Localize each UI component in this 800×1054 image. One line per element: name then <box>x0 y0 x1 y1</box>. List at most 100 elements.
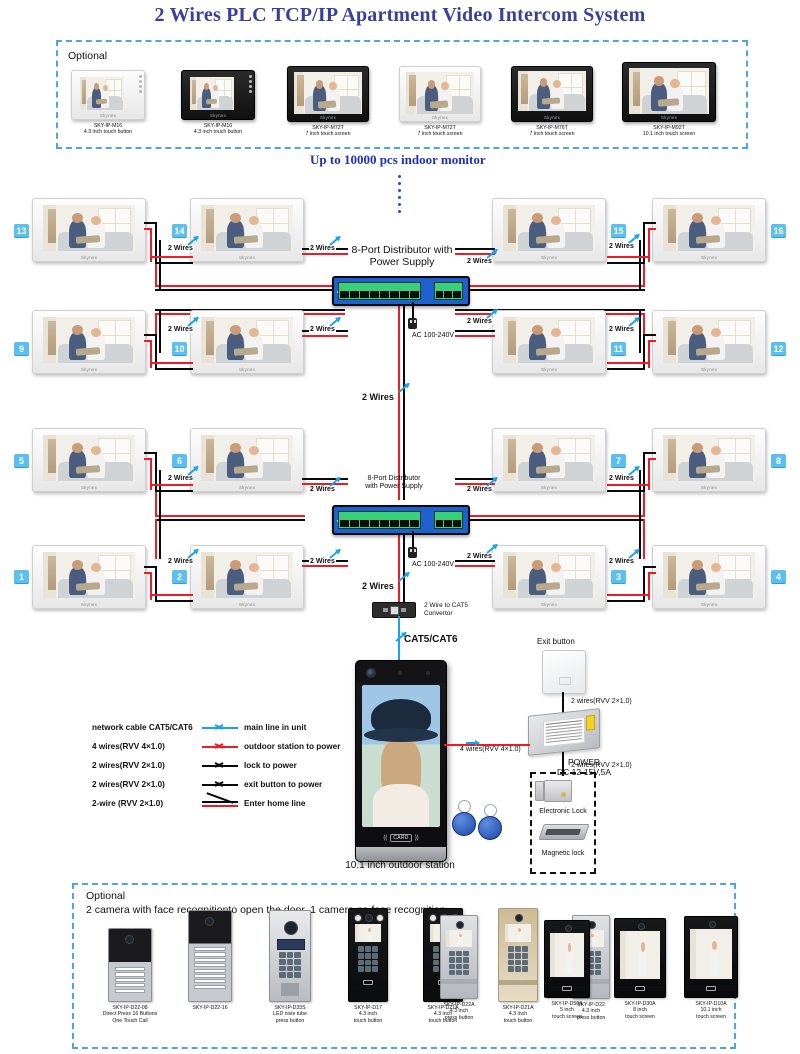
pair-wire-red <box>648 572 656 574</box>
product-desc: 7 inch touch screen <box>417 131 463 138</box>
pair-wire-black <box>455 560 495 562</box>
product-tile[interactable]: Skynex SKY-IP-M72T 7 inch touch screen <box>390 66 490 138</box>
ac-input-label: AC 100-240V <box>412 332 455 339</box>
exit-button-device[interactable] <box>542 650 586 694</box>
indoor-monitor[interactable]: Skynex <box>32 545 146 609</box>
legend-right-text: exit button to power <box>244 780 323 789</box>
indoor-monitor[interactable]: Skynex <box>652 198 766 262</box>
pair-wire-black <box>643 566 656 568</box>
pair-wire-black <box>607 490 645 492</box>
two-wire-to-cat5-converter[interactable] <box>372 602 416 618</box>
converter-label: 2 Wire to CAT5 Convertor <box>424 602 468 618</box>
wave-left-icon: (( <box>383 835 388 841</box>
indoor-monitor[interactable]: Skynex <box>492 545 606 609</box>
product-tile[interactable]: Skynex SKY-IP-M72T 7 inch touch screen <box>278 66 378 138</box>
port-group-aux[interactable] <box>433 282 463 300</box>
pair-wire-black <box>155 334 157 370</box>
indoor-monitor[interactable]: Skynex <box>492 428 606 492</box>
pair-wire-black <box>155 600 193 602</box>
product-tile[interactable]: Skynex SKY-IP-M16 4.3 inch touch button <box>58 70 158 136</box>
rfid-card-reader[interactable] <box>349 980 387 985</box>
pair-wire-black <box>643 334 656 336</box>
legend-left-text: 2 wires(RVV 2×1.0) <box>92 780 165 789</box>
indoor-monitor[interactable]: Skynex <box>652 310 766 374</box>
brand-label: Skynex <box>209 113 227 118</box>
bus-wire-black <box>465 519 645 521</box>
distributor-switch-lower[interactable] <box>332 505 470 535</box>
monitor-number-badge: 16 <box>771 224 786 237</box>
outdoor-product-tile[interactable]: SKY-IP-D10A 10.1 inch touch screen <box>676 916 746 1020</box>
outdoor-product-tile[interactable]: SKY-IP-D30A 8 inch touch screen <box>605 918 675 1020</box>
indoor-monitor[interactable]: Skynex <box>32 310 146 374</box>
wire-label: 2 Wires <box>466 486 493 493</box>
wire-label: 2 Wires <box>608 475 635 482</box>
port-group-aux[interactable] <box>433 511 463 529</box>
bus-wire-black <box>155 289 345 291</box>
pair-wire-black <box>643 452 645 492</box>
wire-label: 2 Wires <box>361 581 395 591</box>
bus-wire-red <box>465 515 645 517</box>
brand-label: Skynex <box>238 485 256 490</box>
rfid-fob[interactable] <box>452 812 476 836</box>
product-tile[interactable]: Skynex SKY-IP-M16 4.3 inch touch button <box>168 70 268 136</box>
outdoor-product-tile[interactable]: SKY-IP-D22-08 Direct Press 16 Buttons On… <box>92 928 168 1024</box>
legend-row: 2-wire (RVV 2×1.0) Enter home line <box>92 791 342 813</box>
indoor-monitor[interactable]: Skynex <box>32 428 146 492</box>
power-plug-icon <box>408 547 417 558</box>
product-desc: 4.3 inch touch button <box>83 129 133 136</box>
call-buttons[interactable] <box>194 947 226 989</box>
rfid-card-reader[interactable] <box>615 986 665 991</box>
outdoor-station-device[interactable]: (( CARD )) <box>355 660 447 862</box>
keypad[interactable] <box>279 952 301 978</box>
outdoor-product-tile[interactable]: SKY-IP-D22A 4.3 inch press button <box>424 915 494 1021</box>
legend-left-text: 4 wires(RVV 4×1.0) <box>92 742 165 751</box>
bus-wire-black <box>639 240 641 289</box>
rfid-card-reader[interactable] <box>499 980 537 985</box>
pair-wire-black <box>144 566 157 568</box>
rfid-card-reader[interactable] <box>441 979 477 984</box>
call-buttons[interactable] <box>115 967 145 993</box>
pair-wire-black <box>144 334 157 336</box>
camera-icon <box>709 921 716 928</box>
rfid-card-reader[interactable] <box>545 986 589 991</box>
pair-wire-red <box>144 340 152 342</box>
keypad[interactable] <box>508 946 528 972</box>
rfid-card-reader[interactable]: (( CARD )) <box>356 829 446 847</box>
wire-label: 2 Wires <box>466 553 493 560</box>
outdoor-product-tile[interactable]: SKY-IP-D17 4.3 inch touch button <box>330 908 406 1024</box>
exit-wire-label: 2 wires(RVV 2×1.0) <box>571 698 632 705</box>
indoor-monitor[interactable]: Skynex <box>190 545 304 609</box>
indoor-monitor[interactable]: Skynex <box>492 198 606 262</box>
bus-wire-black <box>159 470 161 519</box>
product-tile[interactable]: Skynex SKY-IP-M92T 10.1 inch touch scree… <box>614 62 724 138</box>
indoor-monitor[interactable]: Skynex <box>190 198 304 262</box>
indoor-monitor[interactable]: Skynex <box>652 428 766 492</box>
outdoor-product-tile[interactable]: SKY-IP-D50A 5 inch touch screen <box>534 920 600 1020</box>
indoor-monitor[interactable]: Skynex <box>190 310 304 374</box>
indoor-monitor[interactable]: Skynex <box>190 428 304 492</box>
rfid-card-reader[interactable] <box>685 986 737 991</box>
keypad[interactable] <box>358 946 378 972</box>
outdoor-product-tile[interactable]: SKY-IP-D22-16 <box>172 910 248 1011</box>
indoor-monitor[interactable]: Skynex <box>32 198 146 262</box>
product-tile[interactable]: Skynex SKY-IP-M76T 7 inch touch screen <box>502 66 602 138</box>
keypad[interactable] <box>449 951 469 975</box>
distributor-title-line2: Power Supply <box>369 256 435 268</box>
magnetic-lock-label: Magnetic lock <box>541 850 585 857</box>
brand-label: Skynex <box>540 602 558 607</box>
rfid-fob[interactable] <box>478 816 502 840</box>
indoor-monitor[interactable]: Skynex <box>492 310 606 374</box>
bus-wire-red <box>155 519 157 559</box>
distributor-title-line1: 8-Port Distributor <box>367 475 421 482</box>
outdoor-product-tile[interactable]: SKY-IP-D33S LED nixie tube press button <box>252 910 328 1024</box>
legend-row: 4 wires(RVV 4×1.0) outdoor station to po… <box>92 737 342 756</box>
distributor-title-lower: 8-Port Distributor with Power Supply <box>346 475 442 492</box>
brand-label: Skynex <box>99 113 117 118</box>
port-group-main[interactable] <box>338 511 422 529</box>
monitor-number-badge: 13 <box>14 224 29 237</box>
pair-wire-black <box>643 452 656 454</box>
port-group-main[interactable] <box>338 282 422 300</box>
pair-wire-black <box>643 566 645 602</box>
indoor-monitor[interactable]: Skynex <box>652 545 766 609</box>
distributor-switch-upper[interactable] <box>332 276 470 306</box>
